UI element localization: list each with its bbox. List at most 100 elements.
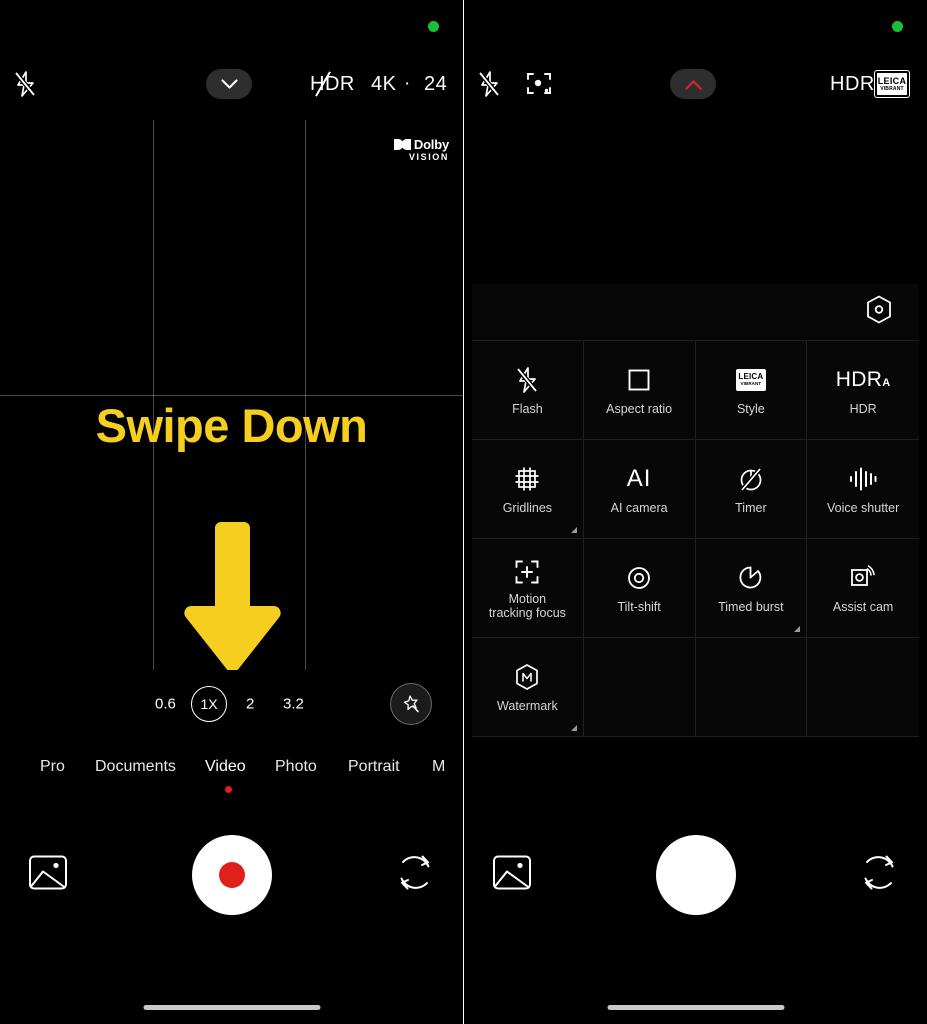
timed-burst-icon [737,562,764,594]
setting-ai-camera[interactable]: AI AI camera [583,440,696,539]
setting-tilt-shift[interactable]: Tilt-shift [583,539,696,638]
setting-label: Gridlines [502,500,553,515]
zoom-level-3.2[interactable]: 3.2 [283,696,304,713]
setting-voice-shutter[interactable]: Voice shutter [807,440,919,539]
setting-label: Tilt-shift [617,599,661,614]
setting-hdr[interactable]: HDRA HDR [807,341,919,440]
hexagon-settings-button[interactable] [865,295,893,330]
chevron-up-icon [684,79,702,90]
photo-shutter-button[interactable] [655,835,736,915]
gallery-button[interactable] [28,854,68,897]
setting-label: Timer [735,500,767,515]
setting-label: Aspect ratio [606,401,673,416]
setting-timer[interactable]: Timer [695,440,808,539]
leica-badge-line2: VIBRANT [880,85,904,92]
camera-mode-tabs: Pro Documents Video Photo Portrait M [0,758,463,802]
gridlines-icon [514,463,540,495]
flash-off-icon[interactable] [10,62,40,106]
collapse-settings-button[interactable] [670,69,716,99]
record-button[interactable] [191,835,272,915]
leica-badge-line1: LEICA [738,372,764,382]
setting-gridlines[interactable]: Gridlines [472,440,584,539]
setting-label: Timed burst [718,599,784,614]
magic-wand-button[interactable] [390,683,432,725]
leica-vibrant-badge-icon: LEICA VIBRANT [874,70,910,98]
leica-badge-line1: LEICA [877,75,907,86]
watermark-hexagon-icon [514,661,540,693]
motion-tracking-focus-icon [514,556,540,588]
flip-camera-button[interactable] [395,853,435,898]
settings-grid: Flash Aspect ratio LEICA VIBRANT Style H… [472,341,919,737]
home-gesture-bar[interactable] [607,1005,784,1010]
voice-shutter-icon [848,463,878,495]
right-top-bar: HDR LEICA VIBRANT [464,0,927,120]
gallery-image-icon [29,855,67,890]
left-camera-screen: Dolby VISION Swipe Down HDR 4K · 24 0.6 … [0,0,463,1024]
left-shutter-bar [0,820,463,930]
resolution-label[interactable]: 4K [371,74,396,94]
setting-motion-tracking-focus[interactable]: Motion tracking focus [472,539,584,638]
flip-camera-button[interactable] [859,853,899,898]
setting-flash[interactable]: Flash [472,341,584,440]
flash-off-icon[interactable] [474,62,504,106]
zoom-level-2[interactable]: 2 [246,696,254,713]
setting-label-line1: Motion [508,591,547,606]
separator-dot: · [404,73,411,94]
home-gesture-bar[interactable] [143,1005,320,1010]
right-shutter-bar [464,820,927,930]
right-camera-screen: HDR LEICA VIBRANT Flash Aspect ratio LEI… [464,0,927,1024]
gridline-horizontal-1 [0,395,463,396]
dolby-vision-label: VISION [408,152,449,162]
camera-settings-panel: Flash Aspect ratio LEICA VIBRANT Style H… [472,284,919,737]
flash-off-icon [516,364,539,396]
down-arrow-icon [173,516,291,670]
style-leica-badge-button[interactable]: LEICA VIBRANT [874,70,910,98]
setting-label: Assist cam [832,599,894,614]
mode-tab-documents[interactable]: Documents [95,758,176,776]
setting-timed-burst[interactable]: Timed burst [695,539,808,638]
fps-label[interactable]: 24 [424,74,447,94]
zoom-level-0.6[interactable]: 0.6 [155,696,176,713]
left-viewfinder[interactable]: Dolby VISION Swipe Down [0,120,463,670]
zoom-level-1x-selected[interactable]: 1X [191,686,227,722]
setting-style[interactable]: LEICA VIBRANT Style [695,341,808,440]
assist-cam-icon [849,562,877,594]
leica-badge-line2: VIBRANT [740,381,762,387]
expandable-corner-icon [794,626,801,632]
hdr-toggle-label[interactable]: HDR [830,74,875,94]
setting-label: Voice shutter [826,500,900,515]
timer-off-icon [738,463,764,495]
mode-tab-video[interactable]: Video [205,758,246,776]
hdr-icon-sub: A [882,376,891,389]
record-inner-dot [218,862,245,888]
mode-tab-pro[interactable]: Pro [40,758,65,776]
setting-label: Flash [512,401,543,416]
mode-tab-portrait[interactable]: Portrait [348,758,400,776]
flip-camera-icon [400,855,430,890]
setting-label: Style [736,401,765,416]
setting-aspect-ratio[interactable]: Aspect ratio [583,341,696,440]
square-ratio-icon [627,364,651,396]
hdr-toggle-label[interactable]: HDR [310,71,355,97]
motion-tracking-focus-icon[interactable] [522,62,556,106]
settings-grid-empty-cell [583,638,696,737]
setting-label: Watermark [497,698,558,713]
swipe-down-overlay-text: Swipe Down [95,399,368,452]
chevron-down-icon [220,78,238,89]
hexagon-settings-icon [867,295,891,324]
dolby-logo-icon [393,139,411,150]
setting-label: HDR [849,401,877,416]
setting-label: AI camera [610,500,668,515]
ai-icon-text: AI [626,464,652,492]
leica-vibrant-badge-icon: LEICA VIBRANT [735,364,766,396]
setting-assist-cam[interactable]: Assist cam [807,539,919,638]
settings-grid-empty-cell [695,638,808,737]
gallery-button[interactable] [492,854,532,897]
mode-tab-photo[interactable]: Photo [275,758,317,776]
mode-tab-more[interactable]: M [432,758,445,776]
expandable-corner-icon [570,527,577,533]
dual-screenshot-container: Dolby VISION Swipe Down HDR 4K · 24 0.6 … [0,0,927,1024]
expand-settings-button[interactable] [206,69,252,99]
flip-camera-icon [864,855,894,890]
setting-watermark[interactable]: Watermark [472,638,584,737]
